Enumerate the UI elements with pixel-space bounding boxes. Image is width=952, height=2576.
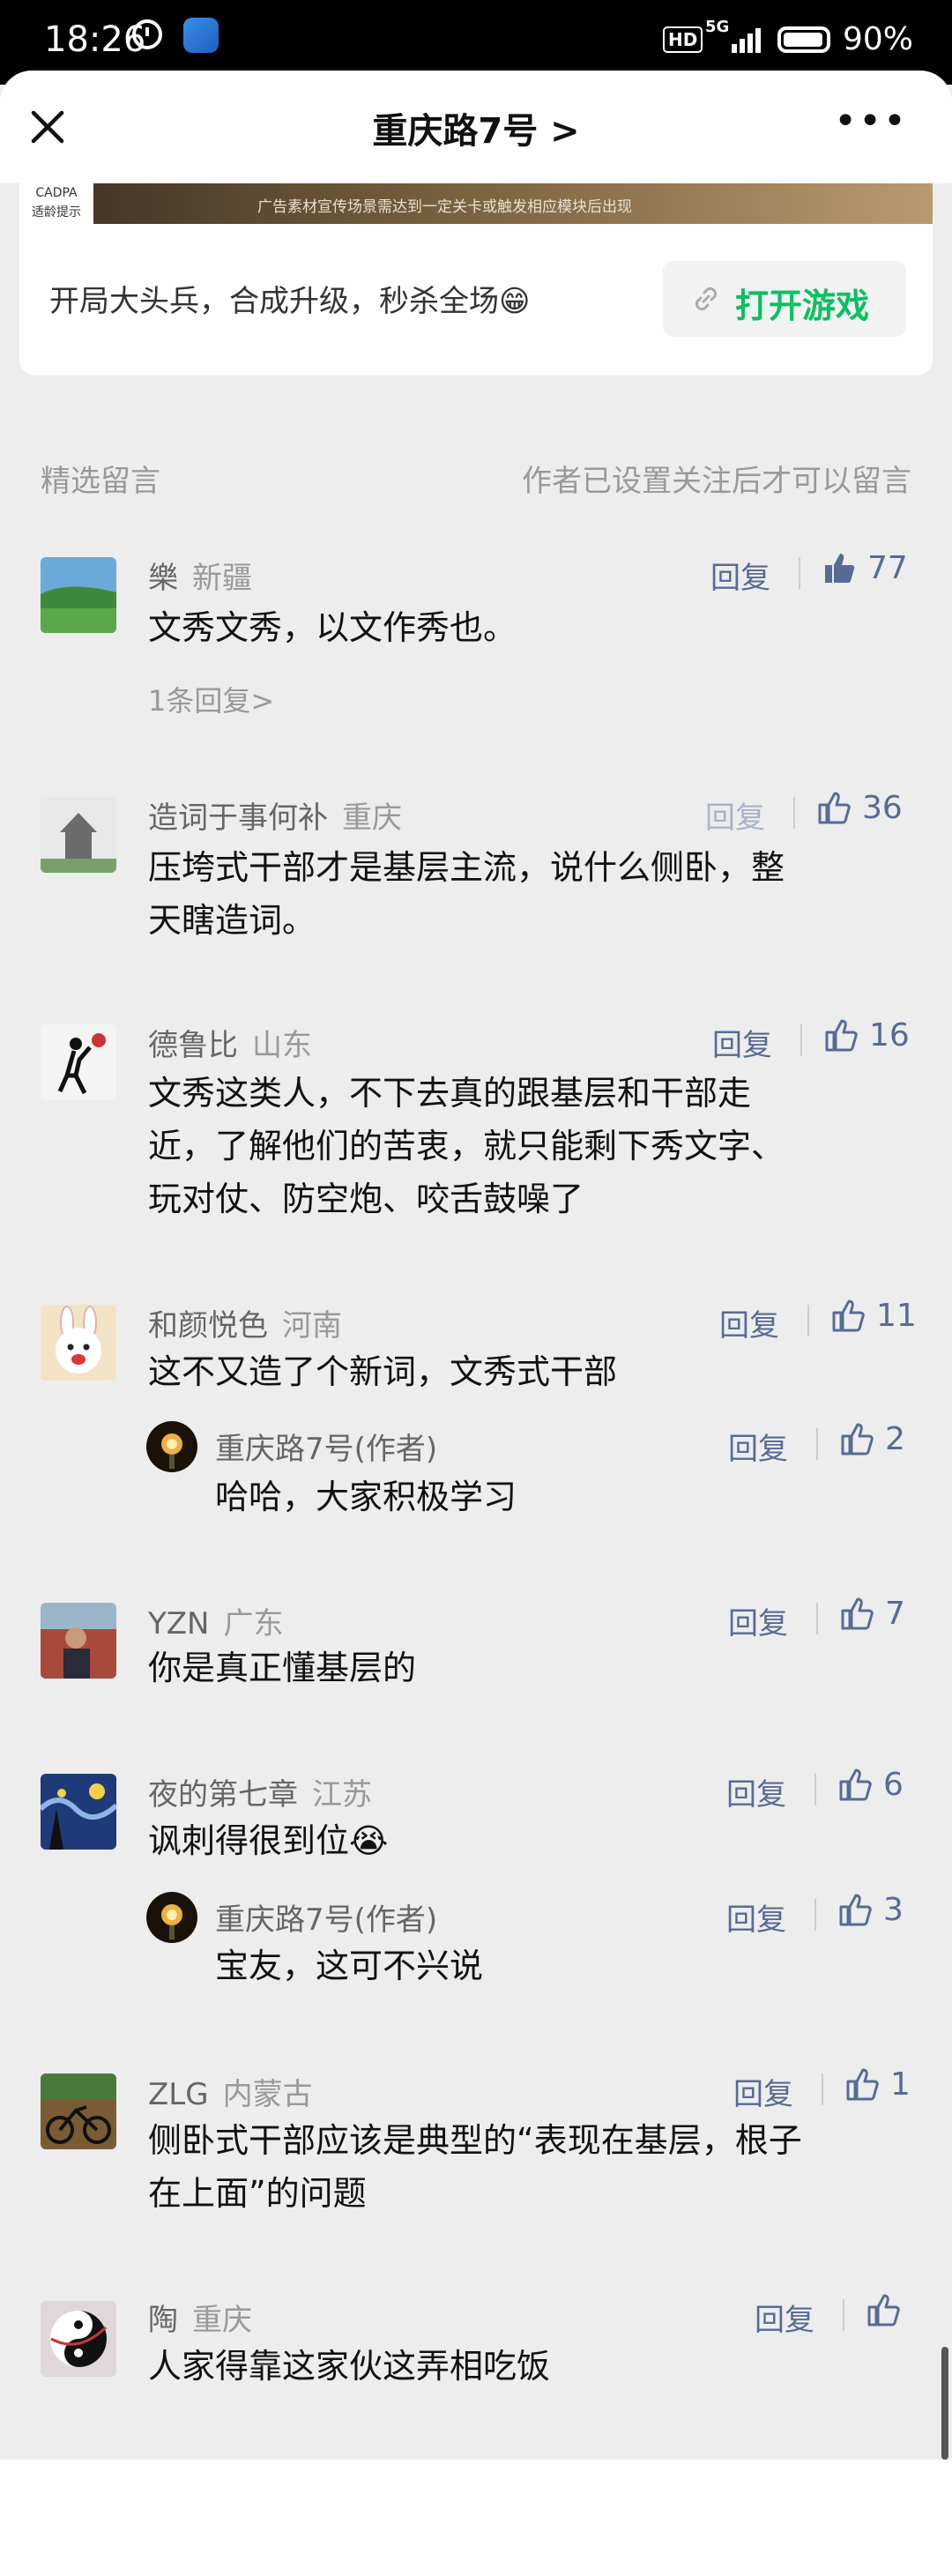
reply-button[interactable]: 回复 (726, 1770, 786, 1813)
ad-banner[interactable]: CADPA 适龄提示 广告素材宣传场景需达到一定关卡或触发相应模块后出现 (19, 183, 933, 224)
open-game-button[interactable]: 打开游戏 (663, 261, 906, 337)
hd-badge: HD (663, 26, 703, 53)
commenter-name: 陶重庆 (148, 2303, 252, 2338)
bottom-safe-area (0, 2460, 952, 2576)
reply-button[interactable]: 回复 (755, 2296, 814, 2339)
author-reply-body: 哈哈，大家积极学习 (215, 1478, 517, 1516)
avatar[interactable] (41, 2301, 116, 2377)
reply-button[interactable]: 回复 (719, 1301, 779, 1344)
author-name: 重庆路7号(作者) (215, 1902, 438, 1938)
link-icon (695, 287, 718, 311)
clock: 18:26 (44, 19, 146, 60)
avatar[interactable] (41, 2073, 116, 2149)
battery-icon (777, 26, 830, 53)
commenter-name: ZLG 内蒙古 (148, 2077, 313, 2112)
avatar[interactable] (41, 1024, 116, 1100)
author-avatar[interactable] (146, 1421, 197, 1472)
like-button[interactable]: 2 (839, 1421, 905, 1457)
avatar[interactable] (41, 797, 116, 873)
thumb-up-icon (832, 1299, 865, 1332)
comment-body: 侧卧式干部应该是典型的“表现在基层，根子 在上面”的问题 (148, 2121, 802, 2213)
scrollbar[interactable] (941, 2347, 948, 2460)
network-type: 5G (705, 18, 730, 36)
comment-body: 讽刺得很到位😭 (148, 1821, 389, 1860)
thumb-up-icon (818, 792, 851, 824)
comment-body: 文秀这类人，不下去真的跟基层和干部走 近，了解他们的苦衷，就只能剩下秀文字、 玩对仗… (148, 1074, 785, 1218)
comment-body: 这不又造了个新词，文秀式干部 (148, 1352, 618, 1391)
title-bar: 重庆路7号 > ••• (0, 71, 952, 183)
like-button[interactable]: 1 (844, 2066, 911, 2103)
author-reply-body: 宝友，这可不兴说 (215, 1947, 484, 1985)
thumb-up-icon (839, 1894, 872, 1926)
ad-notice: 广告素材宣传场景需达到一定关卡或触发相应模块后出现 (257, 198, 632, 216)
avatar[interactable] (41, 1774, 116, 1850)
avatar[interactable] (41, 1603, 116, 1679)
thumb-up-icon (841, 1423, 874, 1456)
reply-button[interactable]: 回复 (712, 1021, 772, 1064)
thumb-up-icon (825, 1019, 858, 1052)
ad-card: CADPA 适龄提示 广告素材宣传场景需达到一定关卡或触发相应模块后出现 开局大… (19, 183, 933, 376)
like-button[interactable]: 3 (837, 1892, 904, 1928)
avatar[interactable] (41, 1305, 116, 1381)
thumb-up-icon (841, 1597, 874, 1630)
commenter-name: YZN 广东 (148, 1606, 284, 1642)
comment-body: 压垮式干部才是基层主流，说什么侧卧，整 天瞎造词。 (148, 848, 785, 940)
like-button[interactable]: 11 (830, 1298, 917, 1334)
like-button[interactable]: 6 (837, 1767, 904, 1803)
author-name: 重庆路7号(作者) (215, 1432, 438, 1467)
commenter-name: 和颜悦色 河南 (148, 1308, 342, 1344)
age-rating-badge: CADPA 适龄提示 (19, 183, 93, 224)
reply-button[interactable]: 回复 (728, 1599, 788, 1642)
signal-icon (732, 28, 761, 53)
comment-body: 人家得靠这家伙这弄相吃饭 (148, 2347, 551, 2386)
battery-percent: 90% (843, 21, 914, 57)
thumb-up-filled-icon (825, 554, 855, 583)
account-title[interactable]: 重庆路7号 > (0, 102, 952, 153)
comment-restriction-note: 作者已设置关注后才可以留言 (522, 464, 911, 499)
like-button[interactable]: 7 (839, 1596, 905, 1632)
view-replies-link[interactable]: 1条回复> (148, 679, 274, 719)
like-button[interactable] (866, 2292, 911, 2328)
thumb-up-icon (846, 2068, 879, 2101)
alarm-icon (132, 19, 162, 49)
avatar[interactable] (41, 557, 116, 633)
commenter-name: 德鲁比 山东 (148, 1028, 312, 1063)
commenter-name: 造词于事何补 重庆 (148, 800, 402, 836)
featured-comments-heading: 精选留言 (41, 464, 160, 499)
like-button[interactable]: 16 (823, 1017, 910, 1053)
reply-button[interactable]: 回复 (705, 793, 765, 837)
comment-body: 你是真正懂基层的 (148, 1649, 417, 1687)
reply-button[interactable]: 回复 (728, 1425, 788, 1468)
reply-button[interactable]: 回复 (733, 2070, 793, 2113)
thumb-up-icon (839, 1768, 872, 1801)
comment-body: 文秀文秀，以文作秀也。 (148, 608, 517, 647)
ad-text: 开局大头兵，合成升级，秒杀全场😁 (49, 284, 531, 319)
more-icon[interactable]: ••• (834, 102, 908, 141)
app-notification-icon (183, 18, 219, 53)
commenter-name: 樂新疆 (148, 561, 252, 596)
thumb-up-icon (867, 2294, 900, 2327)
author-avatar[interactable] (146, 1892, 197, 1943)
commenter-name: 夜的第七章 江苏 (148, 1777, 372, 1813)
reply-button[interactable]: 回复 (726, 1895, 786, 1939)
like-button[interactable]: 36 (816, 790, 903, 826)
like-button[interactable]: 77 (822, 550, 908, 586)
reply-button[interactable]: 回复 (710, 554, 770, 597)
